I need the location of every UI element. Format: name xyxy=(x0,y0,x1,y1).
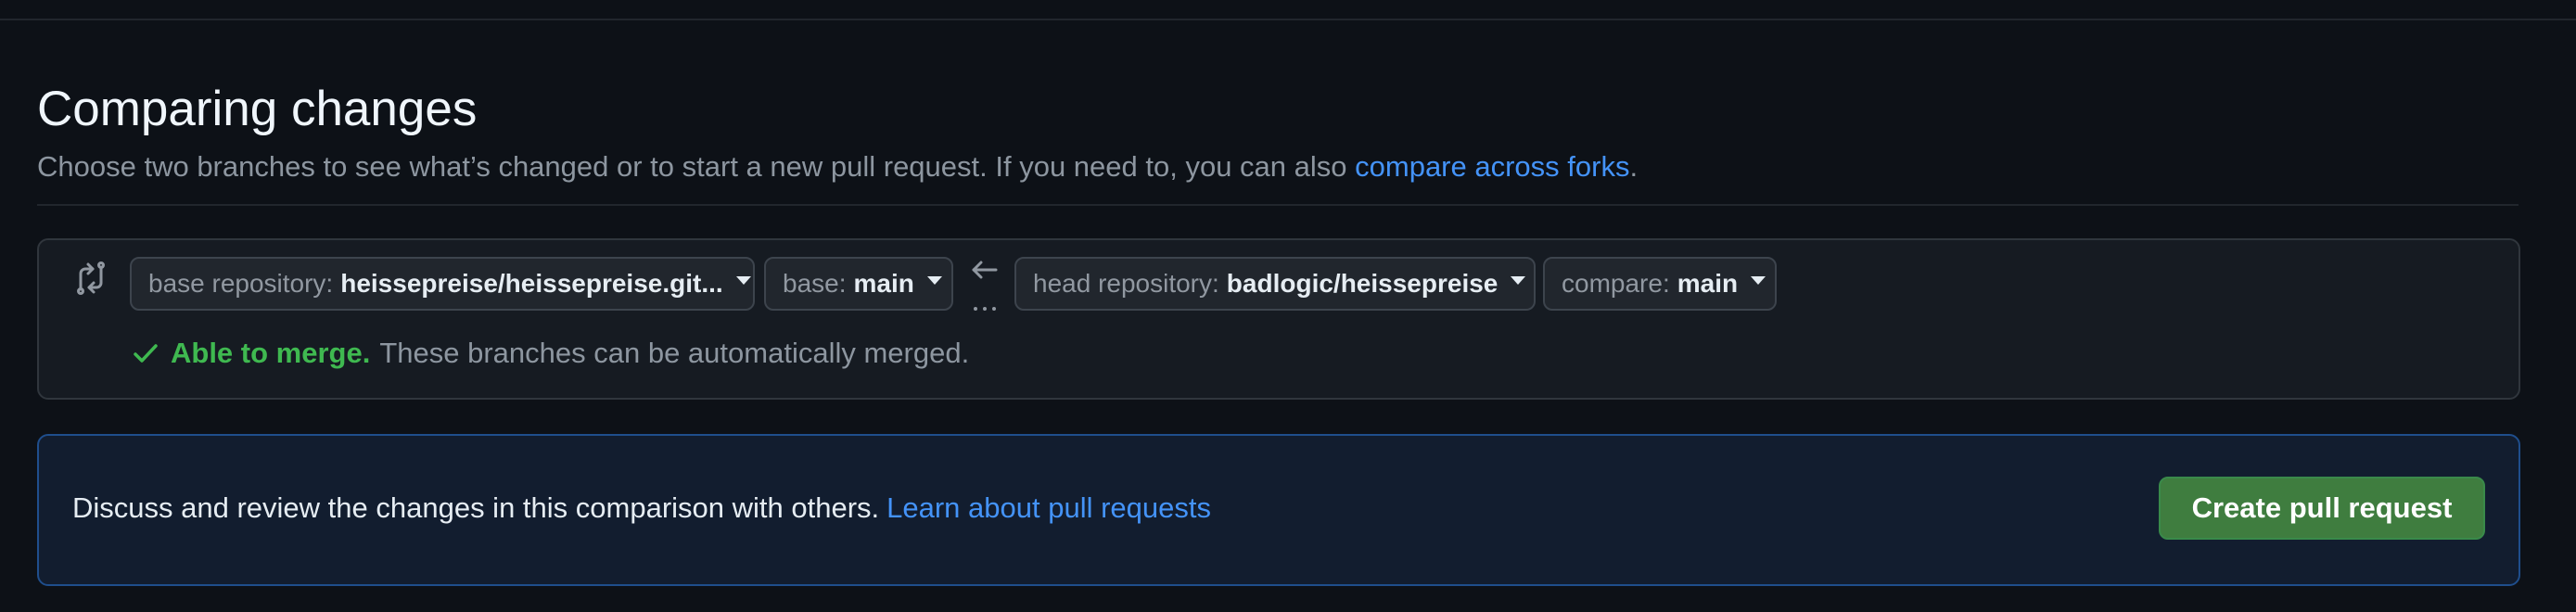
chevron-down-icon xyxy=(1511,275,1526,285)
section-divider xyxy=(37,204,2519,206)
arrow-left-icon xyxy=(972,261,998,311)
learn-about-pull-requests-link[interactable]: Learn about pull requests xyxy=(886,491,1211,524)
create-pull-request-button[interactable]: Create pull request xyxy=(2159,477,2485,540)
base-branch-select[interactable]: base: main xyxy=(764,257,953,311)
merge-status-description: These branches can be automatically merg… xyxy=(379,337,970,369)
chevron-down-icon xyxy=(926,275,942,285)
chevron-down-icon xyxy=(735,275,751,285)
merge-status-ok: Able to merge. xyxy=(171,337,371,369)
page-subtitle: Choose two branches to see what’s change… xyxy=(37,147,1638,187)
base-repository-label: base repository: xyxy=(148,269,334,298)
compare-branch-label: compare: xyxy=(1562,269,1670,298)
head-repository-select[interactable]: head repository: badlogic/heissepreise xyxy=(1014,257,1536,311)
git-compare-icon xyxy=(77,261,105,295)
head-repository-value: badlogic/heissepreise xyxy=(1226,269,1498,298)
base-repository-select[interactable]: base repository: heissepreise/heisseprei… xyxy=(130,257,755,311)
compare-across-forks-link[interactable]: compare across forks xyxy=(1355,150,1629,183)
create-pr-banner: Discuss and review the changes in this c… xyxy=(37,434,2520,586)
subtitle-end: . xyxy=(1629,150,1639,183)
base-branch-label: base: xyxy=(783,269,847,298)
banner-text: Discuss and review the changes in this c… xyxy=(72,488,1211,529)
top-divider xyxy=(0,19,2576,20)
check-icon xyxy=(134,344,158,363)
head-repository-label: head repository: xyxy=(1033,269,1219,298)
base-repository-value: heissepreise/heissepreise.git... xyxy=(340,269,723,298)
chevron-down-icon xyxy=(1751,275,1766,285)
base-branch-value: main xyxy=(853,269,914,298)
compare-branch-select[interactable]: compare: main xyxy=(1543,257,1777,311)
range-editor: base repository: heissepreise/heisseprei… xyxy=(37,238,2520,400)
banner-description: Discuss and review the changes in this c… xyxy=(72,491,880,524)
subtitle-text: Choose two branches to see what’s change… xyxy=(37,150,1347,183)
compare-branch-value: main xyxy=(1677,269,1739,298)
page-title: Comparing changes xyxy=(37,82,478,136)
merge-status: Able to merge. These branches can be aut… xyxy=(132,337,969,370)
